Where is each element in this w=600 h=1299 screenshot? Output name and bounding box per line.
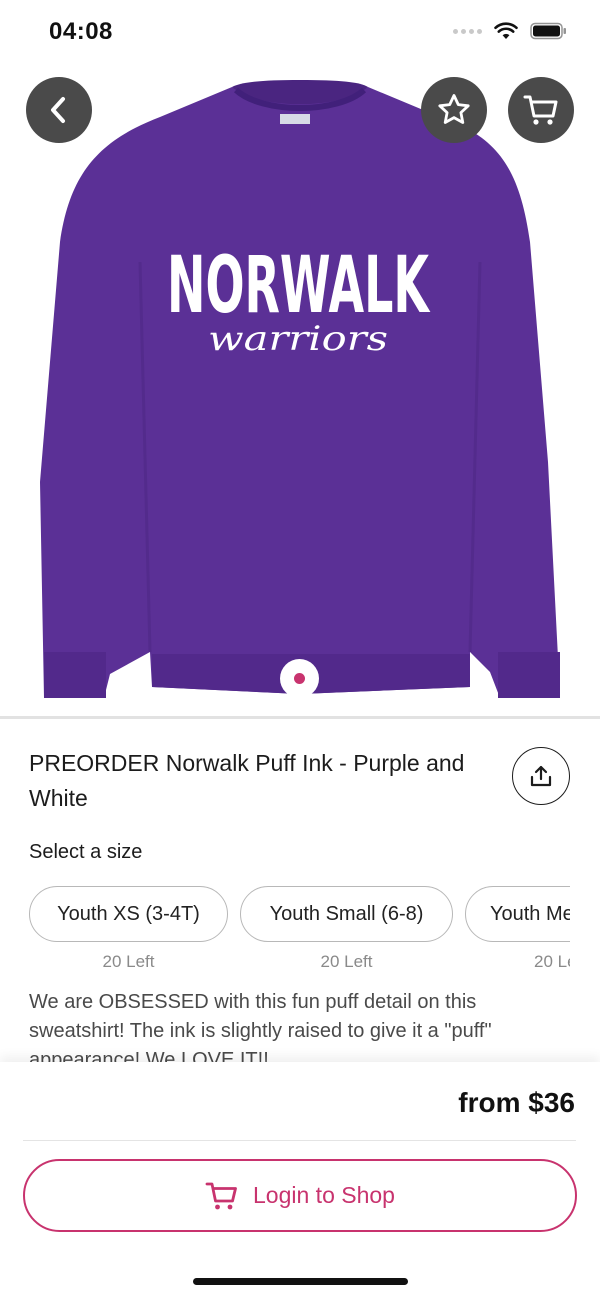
status-icons: [453, 22, 568, 40]
size-chip-youth-small[interactable]: Youth Small (6-8): [240, 886, 453, 942]
cellular-signal-icon: [453, 28, 482, 34]
chevron-left-icon: [51, 97, 65, 123]
cart-button[interactable]: [508, 77, 574, 143]
product-image: NORWALK warriors: [0, 62, 600, 716]
home-indicator[interactable]: [193, 1278, 408, 1285]
price-label: from $36: [458, 1087, 575, 1118]
favorite-button[interactable]: [421, 77, 487, 143]
print-script-text: warriors: [208, 319, 388, 359]
product-title: PREORDER Norwalk Puff Ink - Purple and W…: [29, 750, 465, 811]
share-button[interactable]: [512, 747, 570, 805]
cart-icon: [523, 95, 558, 125]
status-time: 04:08: [49, 18, 113, 45]
status-bar: 04:08: [0, 0, 600, 62]
size-stock-youth-medium: 20 Left: [534, 952, 570, 971]
login-to-shop-label: Login to Shop: [253, 1182, 395, 1208]
product-description: We are OBSESSED with this fun puff detai…: [29, 991, 492, 1064]
size-options[interactable]: Youth XS (3-4T) 20 Left Youth Small (6-8…: [29, 886, 570, 986]
product-image-carousel[interactable]: NORWALK warriors: [0, 62, 600, 716]
battery-icon: [530, 22, 566, 40]
share-icon: [530, 765, 552, 787]
cart-icon: [205, 1182, 237, 1209]
size-section-label: Select a size: [29, 841, 143, 863]
image-divider: [0, 716, 600, 719]
purchase-divider: [23, 1140, 576, 1141]
size-chip-youth-xs[interactable]: Youth XS (3-4T): [29, 886, 228, 942]
size-stock-youth-small: 20 Left: [320, 952, 373, 971]
size-stock-youth-xs: 20 Left: [102, 952, 155, 971]
size-chip-youth-medium[interactable]: Youth Medium: [465, 886, 570, 942]
active-page-dot: [294, 673, 305, 684]
login-to-shop-button[interactable]: Login to Shop: [23, 1159, 577, 1232]
back-button[interactable]: [26, 77, 92, 143]
print-main-text: NORWALK: [167, 241, 430, 331]
star-outline-icon: [438, 94, 470, 124]
wifi-icon: [494, 22, 518, 39]
carousel-page-indicator[interactable]: [280, 659, 319, 698]
